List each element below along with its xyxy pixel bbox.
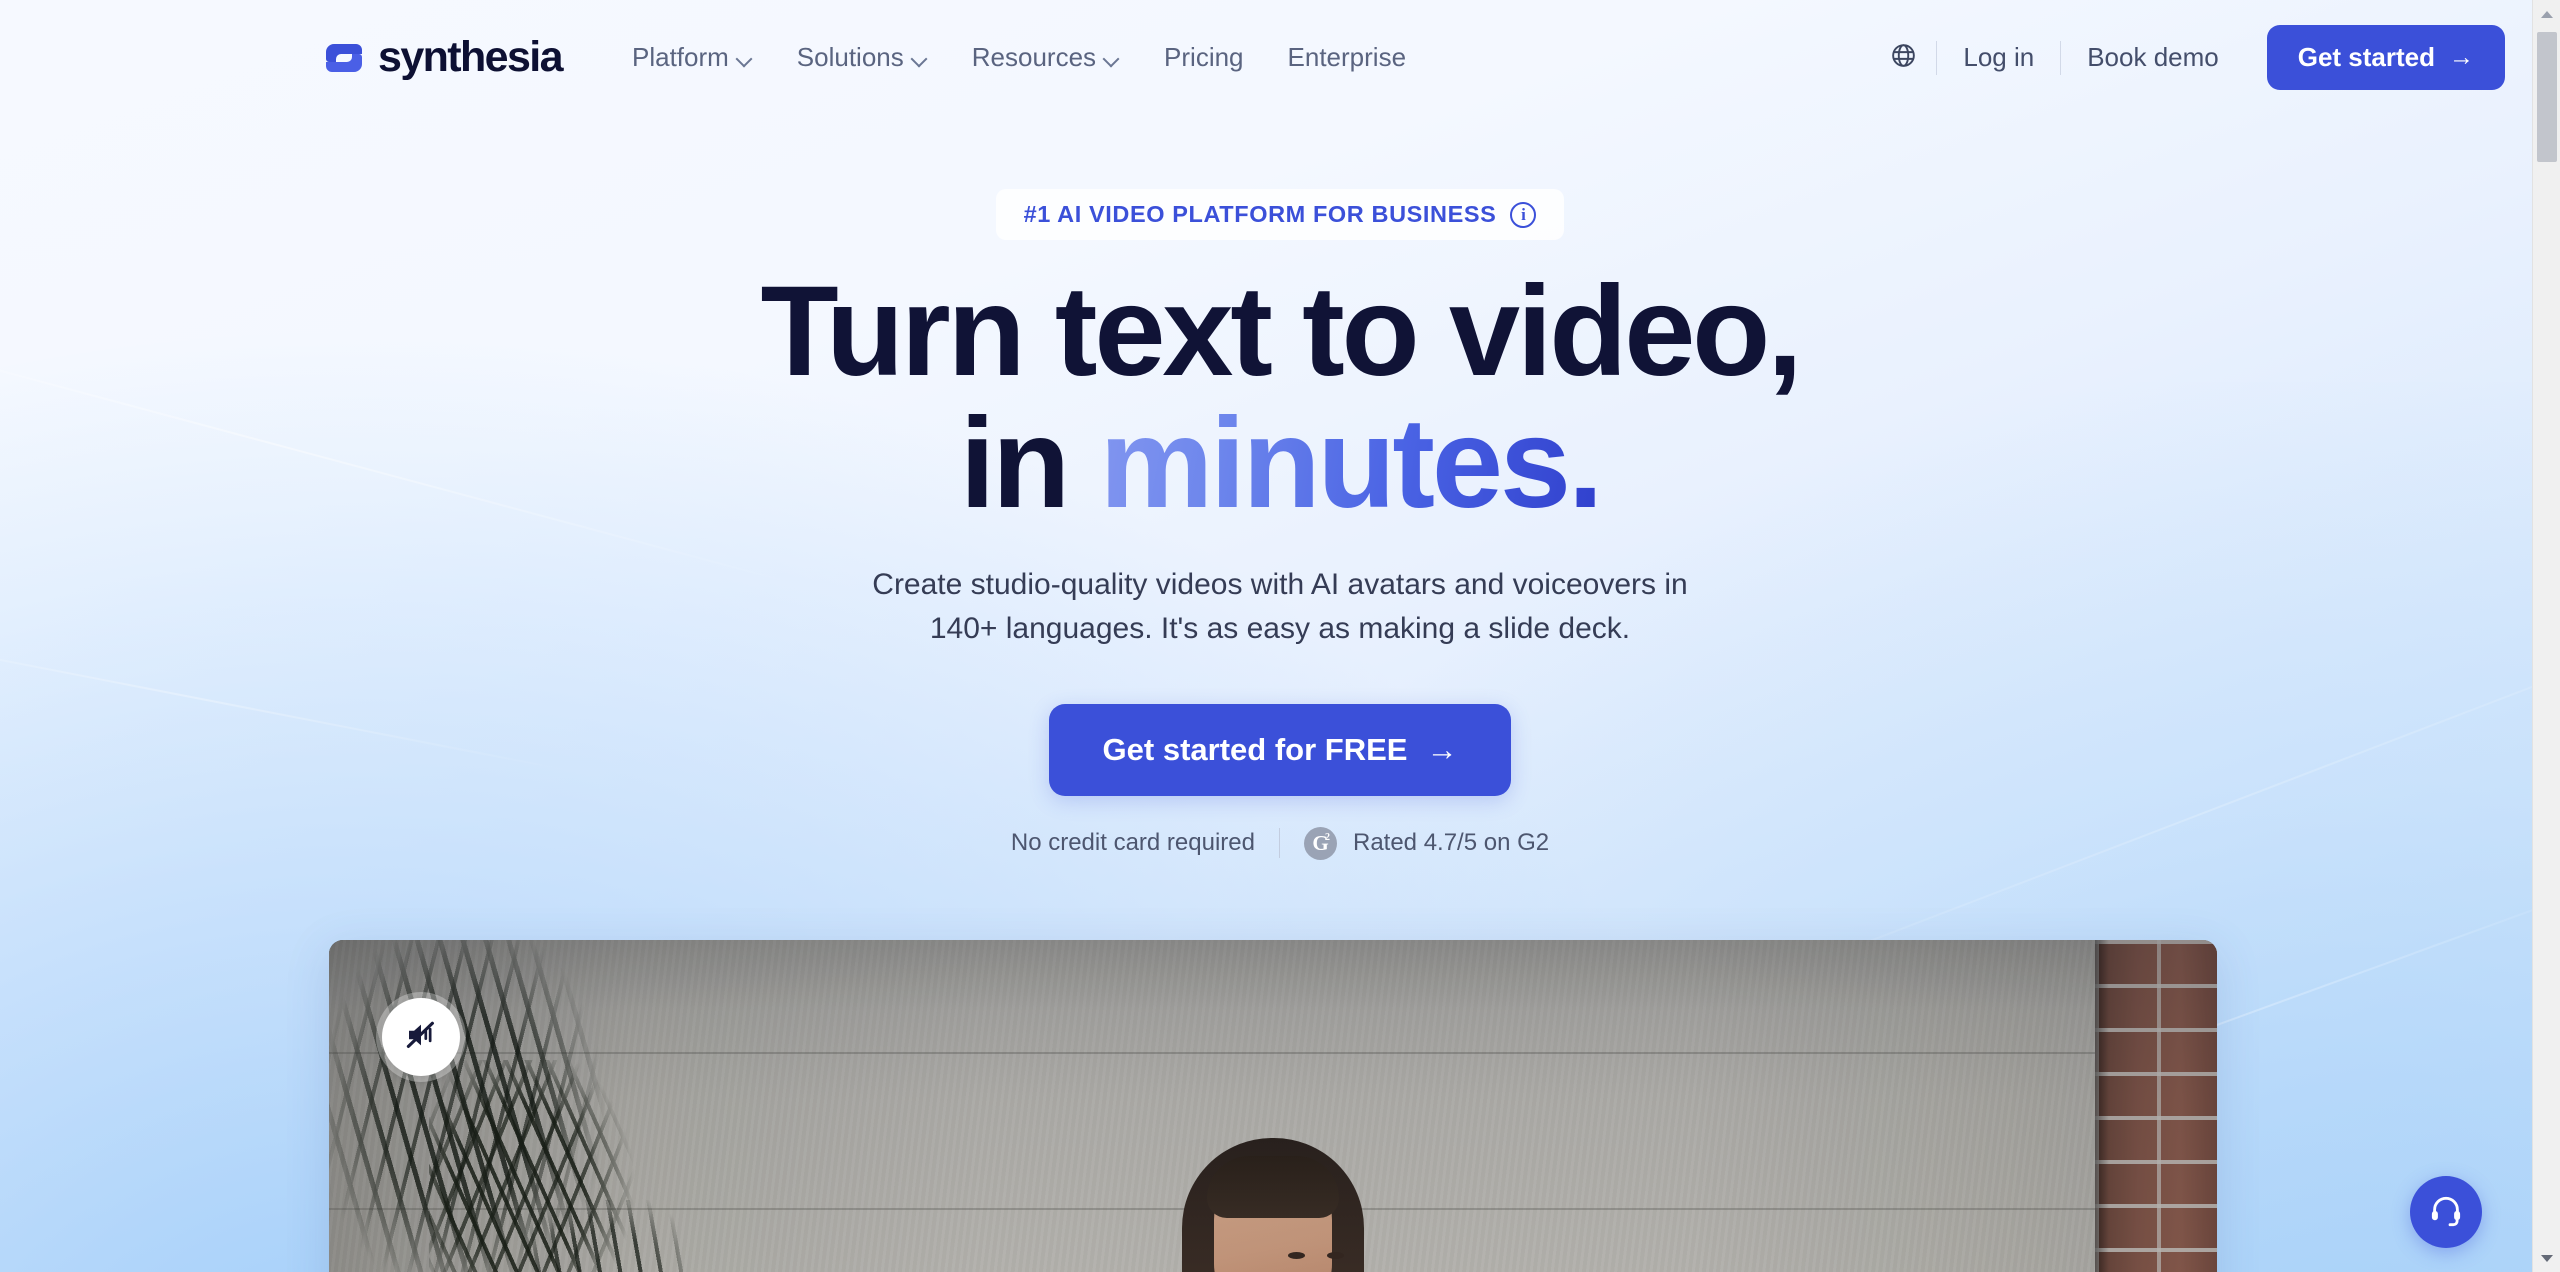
chevron-down-icon [913, 53, 928, 62]
header-actions: Log in Book demo Get started → [1880, 25, 2505, 90]
nav-item-platform[interactable]: Platform [614, 32, 771, 83]
chevron-down-icon [738, 53, 753, 62]
cta-label: Get started for FREE [1102, 731, 1408, 767]
nav-item-enterprise[interactable]: Enterprise [1270, 32, 1425, 83]
g2-sup: 2 [1324, 831, 1330, 843]
scroll-down-arrow[interactable] [2533, 1244, 2560, 1272]
hero-video-player[interactable] [329, 940, 2217, 1272]
logo[interactable]: synthesia [325, 33, 564, 82]
logo-wordmark: synthesia [378, 33, 564, 81]
globe-icon [1890, 42, 1917, 74]
hero-section: #1 AI VIDEO PLATFORM FOR BUSINESS i Turn… [0, 115, 2560, 860]
video-scene [329, 940, 2217, 1272]
nav-label: Platform [631, 42, 729, 72]
language-selector-button[interactable] [1880, 35, 1926, 81]
arrow-right-icon: → [1426, 732, 1458, 768]
g2-logo-icon: G 2 [1303, 826, 1337, 860]
site-header: synthesia Platform Solutions Resources P… [0, 0, 2560, 115]
g2-rating-text: Rated 4.7/5 on G2 [1352, 829, 1550, 857]
scrollbar-thumb[interactable] [2537, 32, 2557, 162]
video-overlay-tint [329, 940, 2217, 1272]
hero-badge[interactable]: #1 AI VIDEO PLATFORM FOR BUSINESS i [995, 189, 1565, 240]
speaker-muted-icon [403, 1017, 439, 1058]
get-started-button[interactable]: Get started → [2266, 25, 2505, 90]
headline-line-1: Turn text to video, [760, 260, 1802, 403]
get-started-for-free-button[interactable]: Get started for FREE → [1048, 703, 1512, 796]
nav-label: Solutions [796, 42, 904, 72]
hero-subheadline: Create studio-quality videos with AI ava… [872, 563, 1687, 651]
no-credit-card-text: No credit card required [1010, 829, 1255, 857]
nav-label: Resources [971, 42, 1097, 72]
mute-toggle-button[interactable] [382, 998, 460, 1076]
subheadline-line-1: Create studio-quality videos with AI ava… [872, 567, 1688, 601]
scroll-up-arrow[interactable] [2533, 0, 2560, 28]
support-chat-button[interactable] [2410, 1176, 2482, 1248]
headset-icon [2428, 1192, 2464, 1233]
headline-line-2-plain: in [959, 391, 1100, 535]
nav-label: Pricing [1164, 42, 1244, 72]
get-started-label: Get started [2297, 42, 2435, 72]
book-demo-link[interactable]: Book demo [2061, 32, 2245, 83]
page-scrollbar[interactable] [2532, 0, 2560, 1272]
info-circle-icon[interactable]: i [1510, 201, 1537, 228]
nav-item-pricing[interactable]: Pricing [1146, 32, 1261, 83]
arrow-right-icon: → [2449, 43, 2474, 71]
trust-row: No credit card required G 2 Rated 4.7/5 … [1010, 826, 1550, 860]
nav-item-solutions[interactable]: Solutions [779, 32, 946, 83]
hero-badge-label: #1 AI VIDEO PLATFORM FOR BUSINESS [1023, 201, 1497, 227]
headline-line-2-accent: minutes. [1099, 391, 1603, 535]
nav-label: Enterprise [1287, 42, 1407, 72]
nav-item-resources[interactable]: Resources [954, 32, 1138, 83]
chevron-down-icon [1105, 53, 1120, 62]
synthesia-logo-mark [325, 43, 363, 73]
login-link[interactable]: Log in [1937, 32, 2060, 83]
page-title: Turn text to video, in minutes. [760, 266, 1802, 530]
subheadline-line-2: 140+ languages. It's as easy as making a… [929, 611, 1631, 645]
trust-divider [1278, 828, 1280, 859]
primary-navigation: Platform Solutions Resources Pricing Ent… [614, 32, 1424, 83]
